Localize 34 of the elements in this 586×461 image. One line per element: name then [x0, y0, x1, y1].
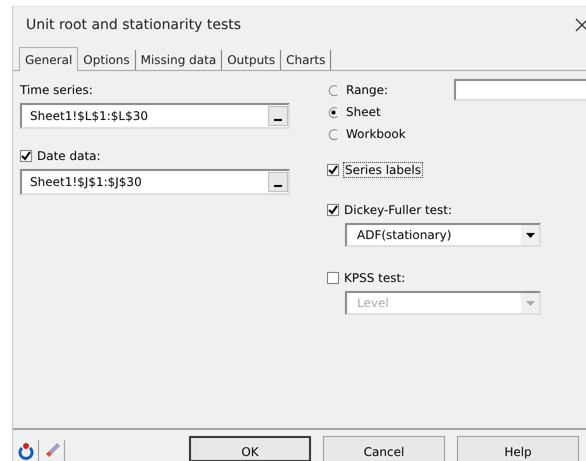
checkbox-label: Series labels: [344, 163, 422, 178]
dash-icon: [274, 119, 282, 122]
radio-label: Range:: [346, 83, 388, 98]
tab[interactable]: Charts: [281, 50, 332, 70]
checkbox[interactable]: [20, 150, 32, 162]
tab[interactable]: General: [19, 47, 78, 72]
dash-icon: [274, 185, 282, 188]
checkbox-label: Date data:: [37, 149, 101, 164]
radio-label: Sheet: [346, 105, 381, 120]
input-field[interactable]: Sheet1!$J$1:$J$30: [20, 169, 290, 196]
field-label: Time series:: [20, 82, 94, 100]
dialog-button[interactable]: OK: [189, 436, 311, 461]
tab[interactable]: Options: [78, 50, 136, 70]
input-field[interactable]: Sheet1!$L$1:$L$30: [20, 103, 290, 130]
range-field[interactable]: [454, 79, 586, 102]
radio-button[interactable]: [327, 106, 340, 119]
caret-icon: [526, 232, 534, 238]
checkbox-label: KPSS test:: [344, 271, 406, 286]
checkbox[interactable]: [327, 204, 339, 216]
checkbox-label: Dickey-Fuller test:: [344, 203, 452, 218]
tab[interactable]: Missing data: [136, 50, 222, 70]
range-select-button[interactable]: [268, 172, 288, 192]
dialog-button[interactable]: Help: [457, 436, 579, 461]
radio-button[interactable]: [327, 84, 340, 97]
radio-label: Workbook: [346, 127, 406, 142]
refresh-icon: [16, 442, 34, 460]
radio-button[interactable]: [327, 128, 340, 141]
caret-icon: [526, 300, 534, 306]
window-title: Unit root and stationarity tests: [26, 16, 242, 33]
tab[interactable]: Outputs: [222, 50, 282, 70]
dialog-button[interactable]: Cancel: [323, 436, 445, 461]
range-select-button[interactable]: [268, 106, 288, 126]
dropdown[interactable]: ADF(stationary): [345, 223, 541, 248]
checkbox[interactable]: [327, 164, 339, 176]
